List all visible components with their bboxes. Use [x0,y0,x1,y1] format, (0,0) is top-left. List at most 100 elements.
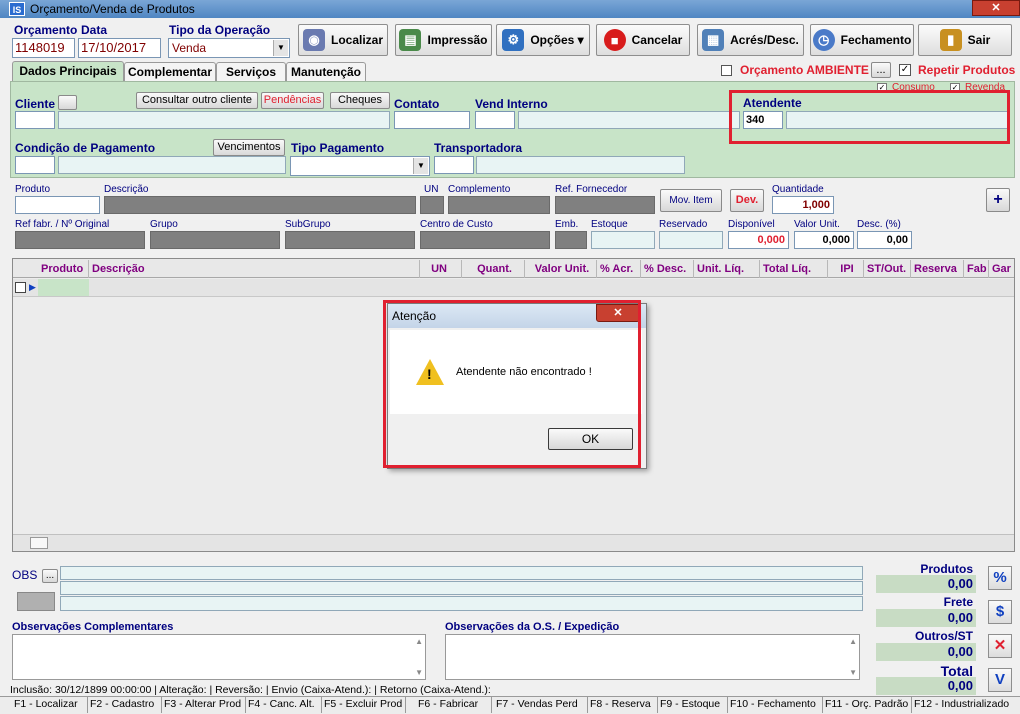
vend-interno-name-field[interactable] [518,111,740,129]
obs-line-2[interactable] [60,581,863,595]
table-row[interactable]: ▶ [13,279,1014,297]
title-bar: IS Orçamento/Venda de Produtos ✕ [0,0,1020,18]
mov-item-button[interactable]: Mov. Item [660,189,722,212]
obs-complementares-textarea[interactable]: ▲ ▼ [12,634,426,680]
opcoes-button[interactable]: ⚙ Opções ▾ [496,24,590,56]
scrollbar-thumb[interactable] [30,537,48,549]
col-desc[interactable]: % Desc. [641,260,694,278]
chevron-down-icon: ▼ [273,40,288,56]
fechamento-button[interactable]: ◷ Fechamento [810,24,914,56]
tipo-pagamento-select[interactable]: ▼ [290,156,430,176]
tab-manutencao[interactable]: Manutenção [286,62,366,81]
cancelar-button[interactable]: ■ Cancelar [596,24,690,56]
percent-button[interactable]: % [988,566,1012,590]
transportadora-code-field[interactable] [434,156,474,174]
scroll-up-icon[interactable]: ▲ [415,637,423,646]
row-produto-cell[interactable] [38,279,89,296]
col-valor-unit[interactable]: Valor Unit. [525,260,597,278]
fkey-f11[interactable]: F11 - Orç. Padrão [823,697,912,713]
repetir-produtos-checkbox[interactable]: ✓ [899,64,911,76]
horizontal-scrollbar[interactable] [13,534,1014,551]
col-fab[interactable]: Fab [964,260,989,278]
fkey-f10[interactable]: F10 - Fechamento [728,697,823,713]
scroll-down-icon[interactable]: ▼ [849,668,857,677]
scroll-down-icon[interactable]: ▼ [415,668,423,677]
produtos-total-value: 0,00 [876,575,976,593]
col-ipi[interactable]: IPI [828,260,864,278]
desc-pct-field[interactable]: 0,00 [857,231,912,249]
add-item-button[interactable]: + [986,188,1010,212]
data-field[interactable]: 17/10/2017 [78,38,161,58]
orcamento-field[interactable]: 1148019 [12,38,75,58]
dev-button[interactable]: Dev. [730,189,764,212]
obs-ellipsis-button[interactable]: ... [42,569,58,583]
obs-line-1[interactable] [60,566,863,580]
frete-value[interactable]: 0,00 [876,609,976,627]
col-descricao[interactable]: Descrição [89,260,420,278]
close-window-button[interactable]: ✕ [972,0,1020,16]
cheques-button[interactable]: Cheques [330,92,390,109]
fkey-f8[interactable]: F8 - Reserva [588,697,658,713]
tab-dados-principais[interactable]: Dados Principais [12,61,124,82]
vencimentos-button[interactable]: Vencimentos [213,139,285,156]
orcamento-ambiente-checkbox[interactable] [721,65,732,76]
emb-field [555,231,587,249]
fkey-f12[interactable]: F12 - Industrializado [912,697,1020,713]
estoque-field [591,231,655,249]
condicao-pagamento-label: Condição de Pagamento [15,141,156,155]
produto-field[interactable] [15,196,100,214]
pendencias-button[interactable]: Pendências [261,92,324,109]
chevron-down-icon: ▼ [413,158,428,174]
transportadora-name-field[interactable] [476,156,685,174]
col-produto[interactable]: Produto [38,260,89,278]
window-title: Orçamento/Venda de Produtos [30,2,195,16]
obs-line-3[interactable] [60,596,863,611]
tipo-operacao-select[interactable]: Venda ▼ [168,38,290,58]
fkey-f5[interactable]: F5 - Excluir Prod [322,697,406,713]
valor-unit-field[interactable]: 0,000 [794,231,854,249]
acres-desc-button[interactable]: ▦ Acrés/Desc. [697,24,804,56]
row-checkbox[interactable] [15,282,26,293]
dollar-button[interactable]: $ [988,600,1012,624]
fkey-f6[interactable]: F6 - Fabricar [406,697,492,713]
cliente-lookup-button[interactable] [58,95,77,110]
fkey-f3[interactable]: F3 - Alterar Prod [162,697,246,713]
condicao-code-field[interactable] [15,156,55,174]
fkey-f1[interactable]: F1 - Localizar [12,697,88,713]
col-quant[interactable]: Quant. [462,260,525,278]
col-reserva[interactable]: Reserva [911,260,964,278]
col-gar[interactable]: Gar [989,260,1014,278]
ref-fabr-label: Ref fabr. / Nº Original [15,219,110,230]
impressao-button[interactable]: ▤ Impressão [395,24,492,56]
tipo-pagamento-label: Tipo Pagamento [291,141,385,155]
cliente-name-field[interactable] [58,111,390,129]
col-total-liq[interactable]: Total Líq. [760,260,828,278]
fkey-f2[interactable]: F2 - Cadastro [88,697,162,713]
fkey-f4[interactable]: F4 - Canc. Alt. [246,697,322,713]
scroll-up-icon[interactable]: ▲ [849,637,857,646]
quantidade-field[interactable]: 1,000 [772,196,834,214]
ref-fornecedor-field [555,196,655,214]
col-unit-liq[interactable]: Unit. Líq. [694,260,760,278]
status-line: Inclusão: 30/12/1899 00:00:00 | Alteraçã… [10,684,491,696]
cliente-code-field[interactable] [15,111,55,129]
fkey-f9[interactable]: F9 - Estoque [658,697,728,713]
confirm-v-button[interactable]: V [988,668,1012,692]
condicao-name-field[interactable] [58,156,286,174]
ambiente-ellipsis-button[interactable]: ... [871,62,891,78]
sair-button[interactable]: ▮ Sair [918,24,1012,56]
complemento-label: Complemento [448,184,511,195]
contato-field[interactable] [394,111,470,129]
col-un[interactable]: UN [420,260,462,278]
vend-interno-code-field[interactable] [475,111,515,129]
obs-os-textarea[interactable]: ▲ ▼ [445,634,860,680]
binoculars-icon: ◉ [302,29,325,51]
tab-complementar[interactable]: Complementar [124,62,216,81]
cancel-x-button[interactable]: ✕ [988,634,1012,658]
tab-servicos[interactable]: Serviços [216,62,286,81]
fkey-f7[interactable]: F7 - Vendas Perd [492,697,588,713]
col-acr[interactable]: % Acr. [597,260,641,278]
localizar-button[interactable]: ◉ Localizar [298,24,388,56]
col-st-out[interactable]: ST/Out. [864,260,911,278]
consultar-outro-cliente-button[interactable]: Consultar outro cliente [136,92,258,109]
